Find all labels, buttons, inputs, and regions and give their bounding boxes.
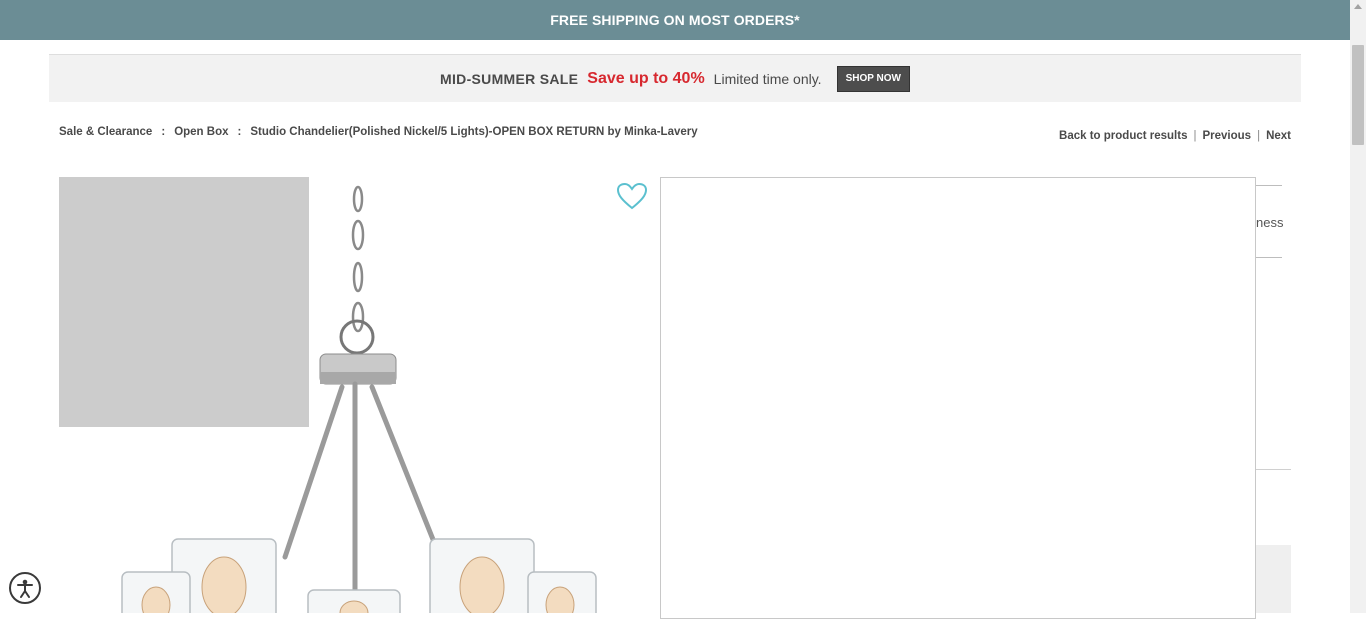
- sale-banner: MID-SUMMER SALE Save up to 40% Limited t…: [49, 54, 1301, 102]
- wishlist-heart-icon[interactable]: [616, 182, 648, 210]
- breadcrumb-item-current-product: Studio Chandelier(Polished Nickel/5 Ligh…: [250, 126, 698, 138]
- nav-divider: |: [1193, 130, 1197, 142]
- breadcrumb-separator: :: [161, 126, 166, 138]
- partial-side-text: ness: [1256, 215, 1284, 230]
- back-to-results-link[interactable]: Back to product results: [1059, 130, 1187, 142]
- divider-line: [1256, 469, 1291, 470]
- sale-note: Limited time only.: [713, 70, 822, 87]
- shop-now-button[interactable]: SHOP NOW: [836, 65, 910, 92]
- nav-divider: |: [1257, 130, 1261, 142]
- breadcrumb-item-sale-clearance[interactable]: Sale & Clearance: [59, 126, 152, 138]
- image-thumbnail-placeholder[interactable]: [59, 177, 309, 427]
- sale-title: MID-SUMMER SALE: [440, 70, 579, 87]
- free-shipping-text: FREE SHIPPING ON MOST ORDERS*: [550, 12, 800, 28]
- divider-line: [1256, 257, 1282, 258]
- breadcrumb: Sale & Clearance : Open Box : Studio Cha…: [59, 126, 698, 138]
- result-navigation: Back to product results | Previous | Nex…: [1059, 130, 1291, 142]
- scroll-up-arrow-icon[interactable]: [1354, 4, 1362, 9]
- next-link[interactable]: Next: [1266, 130, 1291, 142]
- breadcrumb-separator: :: [237, 126, 242, 138]
- divider-line: [1256, 185, 1282, 186]
- image-zoom-panel: [660, 177, 1256, 619]
- page-scrollbar[interactable]: [1350, 0, 1366, 613]
- scrollbar-thumb[interactable]: [1352, 45, 1364, 145]
- previous-link[interactable]: Previous: [1202, 130, 1251, 142]
- sale-highlight: Save up to 40%: [587, 69, 705, 87]
- accessibility-icon[interactable]: [9, 572, 41, 604]
- free-shipping-banner[interactable]: FREE SHIPPING ON MOST ORDERS*: [0, 0, 1350, 40]
- side-grey-box: [1256, 545, 1291, 613]
- breadcrumb-item-open-box[interactable]: Open Box: [174, 126, 228, 138]
